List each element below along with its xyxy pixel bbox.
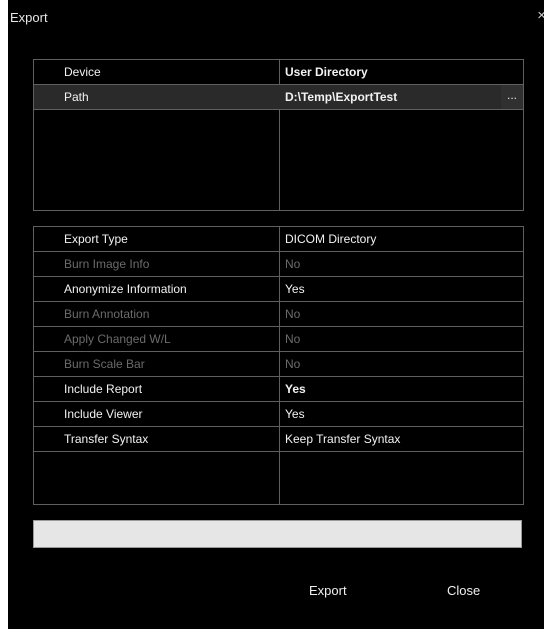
title-bar[interactable]: Export × [8,0,544,34]
path-value[interactable]: D:\Temp\ExportTest [285,85,495,109]
option-row-export-type[interactable]: Export Type DICOM Directory [34,227,523,252]
option-value[interactable]: Yes [285,377,495,401]
device-value[interactable]: User Directory [285,60,495,84]
option-value: No [285,307,301,321]
desktop-edge [0,0,8,629]
close-icon[interactable]: × [537,8,544,23]
option-row-apply-changed-w-l: Apply Changed W/L No [34,327,523,352]
option-label: Apply Changed W/L [64,332,171,346]
option-label: Transfer Syntax [64,432,149,446]
option-label: Anonymize Information [64,282,187,296]
option-label: Include Report [64,382,143,396]
option-value: No [285,357,301,371]
export-progress-bar [33,520,522,548]
option-label: Burn Scale Bar [64,357,145,371]
export-dialog: Export × Device User Directory Path D:\T… [8,0,544,629]
export-button[interactable]: Export [309,579,347,603]
option-row-include-report[interactable]: Include Report Yes [34,377,523,402]
path-row[interactable]: Path D:\Temp\ExportTest ... [34,85,523,110]
window-title: Export [10,10,48,25]
option-label: Export Type [64,232,128,246]
option-row-include-viewer[interactable]: Include Viewer Yes [34,402,523,427]
browse-button[interactable]: ... [501,85,523,109]
option-value[interactable]: DICOM Directory [285,227,495,251]
option-row-anonymize-information[interactable]: Anonymize Information Yes [34,277,523,302]
option-value[interactable]: Yes [285,402,495,426]
option-row-transfer-syntax[interactable]: Transfer Syntax Keep Transfer Syntax [34,427,523,452]
option-label: Burn Image Info [64,257,150,271]
option-label: Include Viewer [64,407,143,421]
export-options-grid: Export Type DICOM Directory Burn Image Inf… [33,226,524,505]
close-button[interactable]: Close [447,579,480,603]
option-label: Burn Annotation [64,307,150,321]
option-row-burn-image-info: Burn Image Info No [34,252,523,277]
device-label: Device [64,65,101,79]
option-value: No [285,257,301,271]
device-grid: Device User Directory Path D:\Temp\Expor… [33,59,524,211]
path-label: Path [64,90,89,104]
option-value: No [285,332,301,346]
option-value[interactable]: Keep Transfer Syntax [285,427,495,451]
device-row[interactable]: Device User Directory [34,60,523,85]
option-row-burn-scale-bar: Burn Scale Bar No [34,352,523,377]
option-row-burn-annotation: Burn Annotation No [34,302,523,327]
option-value[interactable]: Yes [285,277,495,301]
